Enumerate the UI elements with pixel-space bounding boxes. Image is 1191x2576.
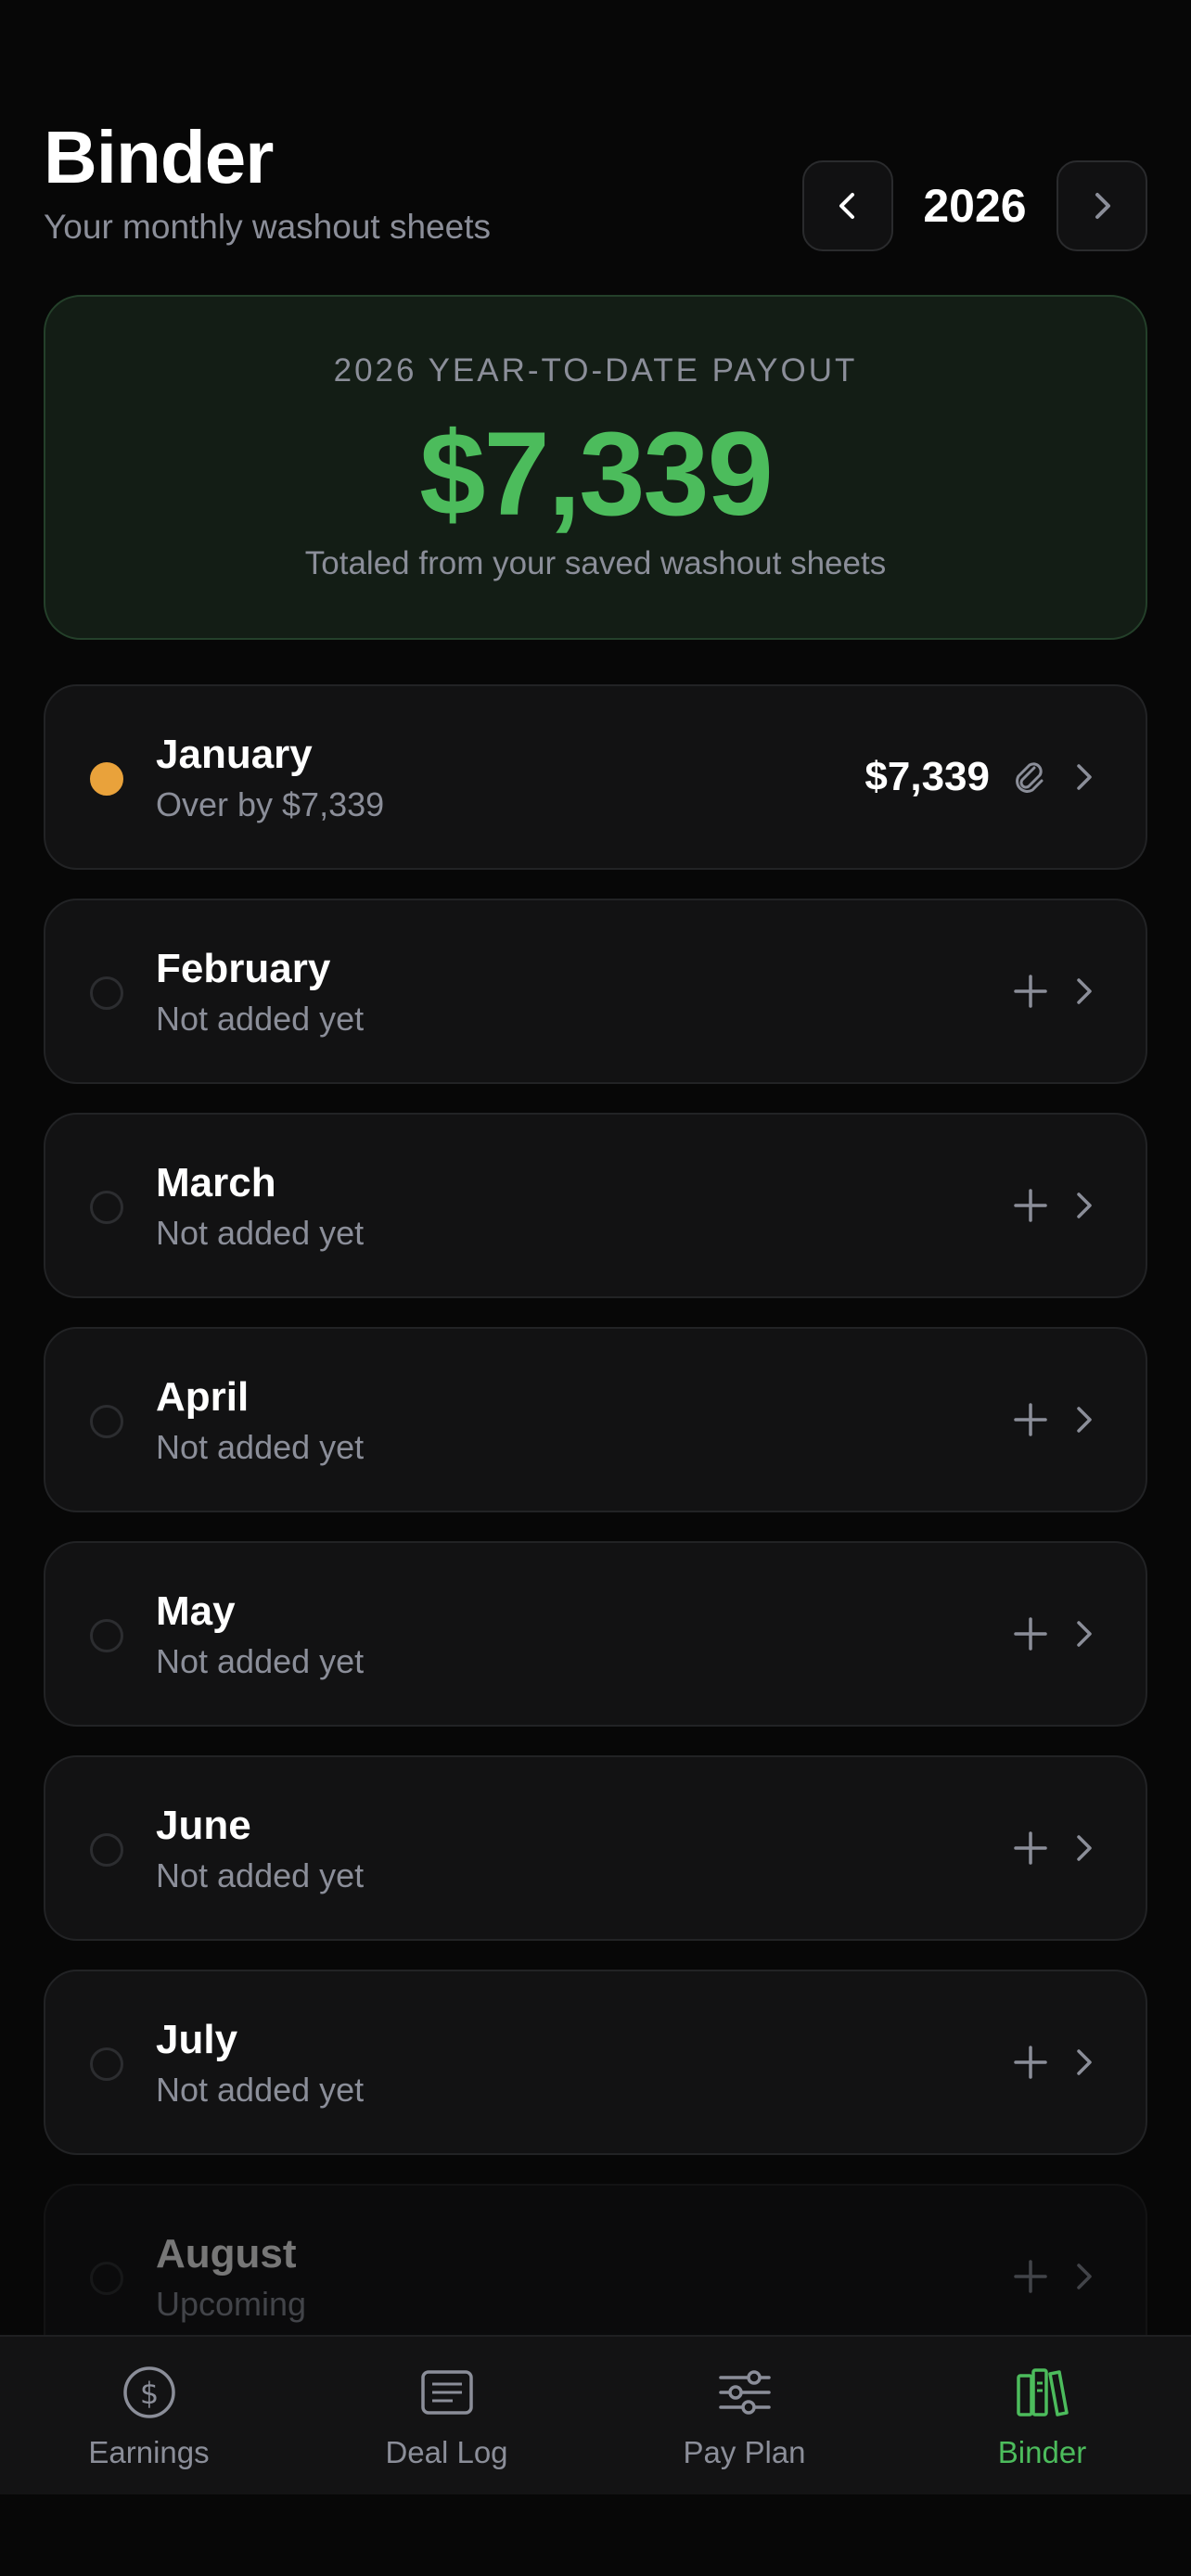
month-status: Not added yet [156,2071,365,2109]
status-dot [90,2262,123,2295]
chevron-right-icon [1069,1617,1097,1651]
month-card-june[interactable]: June Not added yet [44,1755,1147,1941]
month-card-february[interactable]: February Not added yet [44,899,1147,1084]
status-dot [90,976,123,1010]
ytd-payout-label: 2026 YEAR-TO-DATE PAYOUT [333,352,858,389]
books-icon [1016,2368,1069,2417]
tab-deal-log[interactable]: Deal Log [298,2337,596,2494]
add-sheet-button[interactable] [1012,973,1049,1010]
next-year-button[interactable] [1057,160,1147,251]
status-dot [90,762,123,796]
page-title: Binder [44,116,274,198]
dollar-circle-icon: $ [122,2366,175,2418]
ytd-payout-amount: $7,339 [419,408,774,541]
chevron-right-icon [1069,1403,1097,1436]
page-header: Binder Your monthly washout sheets 2026 [44,115,1147,254]
month-status: Not added yet [156,1428,365,1466]
tab-label: Deal Log [385,2435,508,2469]
svg-text:$: $ [139,2376,158,2411]
month-actions [1012,1329,1097,1511]
month-card-march[interactable]: March Not added yet [44,1113,1147,1298]
month-card-april[interactable]: April Not added yet [44,1327,1147,1512]
status-dot [90,1833,123,1867]
tab-label: Earnings [88,2435,210,2469]
month-card-may[interactable]: May Not added yet [44,1541,1147,1727]
add-sheet-button[interactable] [1012,1187,1049,1224]
add-sheet-button[interactable] [1012,1615,1049,1652]
tab-binder[interactable]: Binder [893,2337,1191,2494]
month-card-january[interactable]: January Over by $7,339 $7,339 [44,684,1147,870]
month-actions [1012,1757,1097,1939]
add-sheet-button[interactable] [1012,2044,1049,2081]
month-actions [1012,1543,1097,1725]
add-sheet-button[interactable] [1012,2258,1049,2295]
chevron-right-icon [1069,760,1097,794]
month-name: February [156,946,331,991]
tab-pay-plan[interactable]: Pay Plan [596,2337,893,2494]
chevron-right-icon [1069,975,1097,1008]
ytd-payout-note: Totaled from your saved washout sheets [304,545,887,581]
month-name: June [156,1803,251,1848]
bottom-tab-bar: $ Earnings Deal Log Pay Plan Binder [0,2335,1191,2494]
year-label: 2026 [923,180,1027,232]
tab-label: Pay Plan [683,2435,806,2469]
month-status: Not added yet [156,1000,365,1038]
previous-year-button[interactable] [802,160,893,251]
month-status: Upcoming [156,2285,307,2323]
paperclip-icon [1010,757,1049,797]
chevron-right-icon [1069,1831,1097,1865]
status-dot [90,2047,123,2081]
chevron-right-icon [1095,193,1110,219]
chevron-right-icon [1069,1189,1097,1222]
year-selector: 2026 [802,159,1147,252]
month-actions [1012,900,1097,1082]
tab-label: Binder [997,2435,1087,2469]
month-status: Not added yet [156,1642,365,1680]
month-name: July [156,2017,238,2062]
month-actions: $7,339 [864,686,1097,868]
month-card-july[interactable]: July Not added yet [44,1970,1147,2155]
month-name: May [156,1588,236,1634]
month-name: April [156,1374,250,1420]
add-sheet-button[interactable] [1012,1830,1049,1867]
month-amount: $7,339 [864,754,990,799]
month-actions [1012,1115,1097,1296]
chevron-right-icon [1069,2046,1097,2079]
sliders-icon [718,2370,771,2415]
month-name: March [156,1160,276,1205]
tab-earnings[interactable]: $ Earnings [0,2337,298,2494]
chevron-left-icon [839,193,854,219]
binder-screen: Binder Your monthly washout sheets 2026 … [0,0,1191,2576]
month-actions [1012,1971,1097,2153]
chevron-right-icon [1069,2260,1097,2293]
status-dot [90,1405,123,1438]
home-indicator-area [0,2494,1191,2576]
month-name: January [156,732,313,777]
month-status: Not added yet [156,1856,365,1894]
status-dot [90,1191,123,1224]
page-subtitle: Your monthly washout sheets [44,208,491,246]
month-name: August [156,2231,297,2276]
month-status: Not added yet [156,1214,365,1252]
status-dot [90,1619,123,1652]
month-status: Over by $7,339 [156,785,385,823]
add-sheet-button[interactable] [1012,1401,1049,1438]
ytd-payout-card: 2026 YEAR-TO-DATE PAYOUT $7,339 Totaled … [44,295,1147,640]
receipt-list-icon [420,2370,473,2415]
